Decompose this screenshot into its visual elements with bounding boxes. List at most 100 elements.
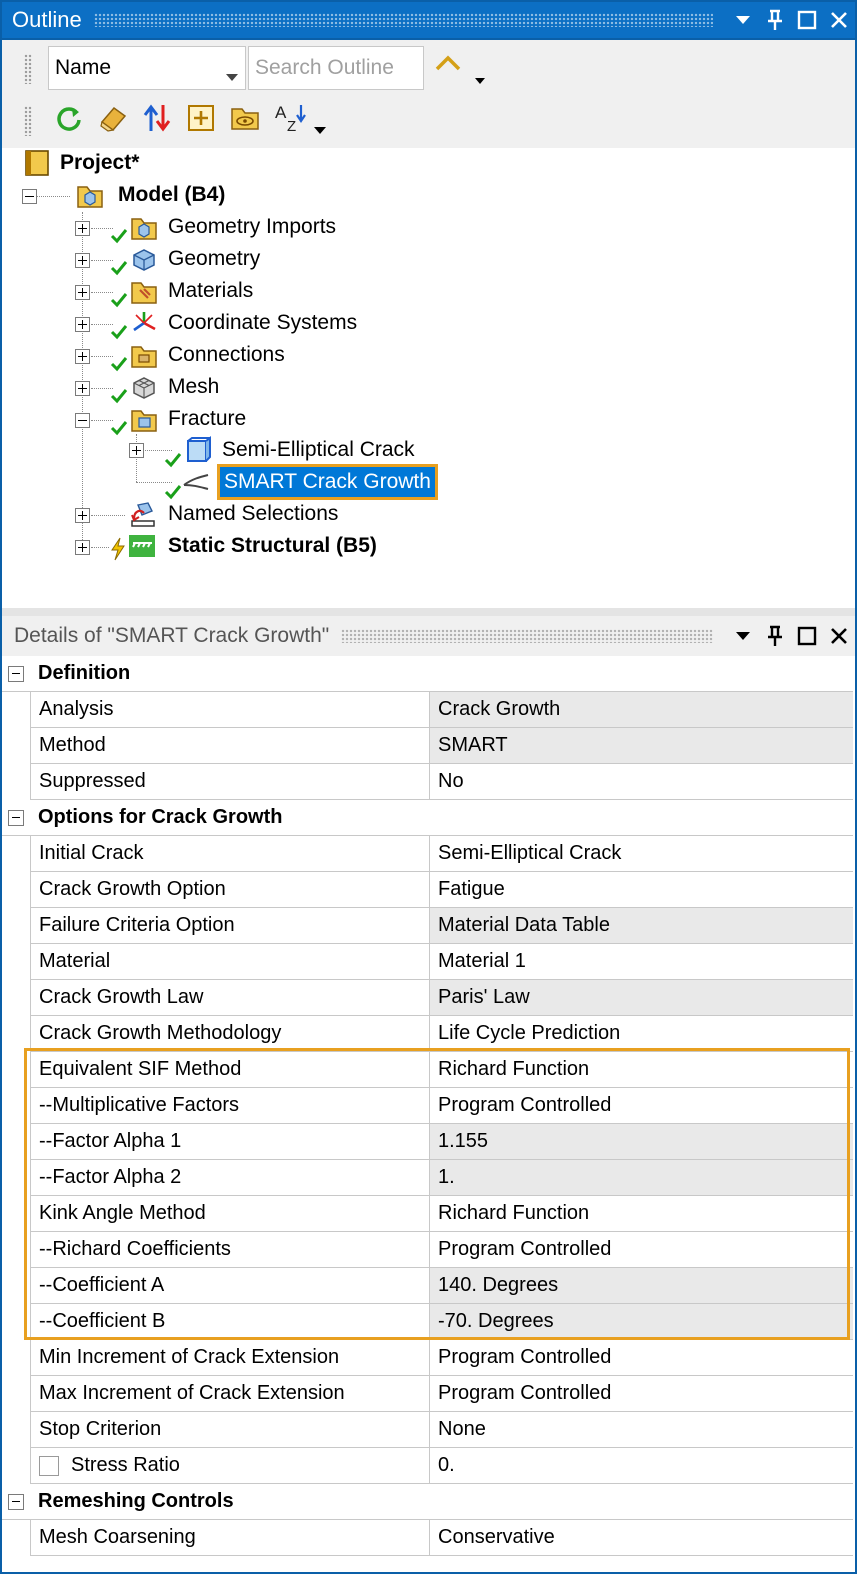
property-value[interactable]: Richard Function: [430, 1196, 853, 1231]
search-up-icon[interactable]: [434, 54, 462, 78]
refresh-icon[interactable]: [54, 102, 84, 134]
property-row[interactable]: --Factor Alpha 1 1.155: [30, 1124, 853, 1160]
sort-alpha-icon[interactable]: AZ: [274, 102, 310, 134]
expand-toggle[interactable]: [75, 381, 90, 396]
property-row[interactable]: Analysis Crack Growth: [30, 692, 853, 728]
expand-toggle[interactable]: [75, 253, 90, 268]
property-row[interactable]: Equivalent SIF Method Richard Function: [30, 1052, 853, 1088]
expand-toggle[interactable]: [75, 285, 90, 300]
expand-toggle[interactable]: [75, 317, 90, 332]
property-row[interactable]: Initial Crack Semi-Elliptical Crack: [30, 836, 853, 872]
collapse-toggle[interactable]: [8, 809, 24, 826]
property-row[interactable]: Crack Growth Option Fatigue: [30, 872, 853, 908]
tree-node-project[interactable]: Project*: [24, 148, 139, 178]
project-icon: [24, 149, 50, 177]
property-value[interactable]: No: [430, 764, 853, 799]
tree-node-materials[interactable]: Materials: [130, 276, 253, 306]
expand-toggle[interactable]: [75, 540, 90, 555]
filter-select[interactable]: Name: [48, 46, 246, 90]
expand-toggle[interactable]: [75, 349, 90, 364]
chevron-down-icon: [225, 64, 239, 88]
tree-node-geometry[interactable]: Geometry: [130, 244, 260, 274]
property-row[interactable]: Suppressed No: [30, 764, 853, 800]
property-row[interactable]: Failure Criteria Option Material Data Ta…: [30, 908, 853, 944]
property-row[interactable]: Mesh Coarsening Conservative: [30, 1520, 853, 1556]
section-options-for-crack-growth[interactable]: Options for Crack Growth: [2, 800, 853, 836]
search-outline-input[interactable]: [248, 46, 424, 90]
pin-icon[interactable]: [759, 619, 791, 653]
property-value: Material Data Table: [430, 908, 853, 943]
parameter-checkbox[interactable]: [39, 1455, 59, 1476]
close-icon[interactable]: [823, 3, 855, 37]
property-row[interactable]: --Multiplicative Factors Program Control…: [30, 1088, 853, 1124]
property-row[interactable]: Crack Growth Methodology Life Cycle Pred…: [30, 1016, 853, 1052]
property-row[interactable]: Method SMART: [30, 728, 853, 764]
sort-arrows-icon[interactable]: [142, 102, 172, 134]
property-row[interactable]: --Factor Alpha 2 1.: [30, 1160, 853, 1196]
folder-filter-icon[interactable]: [230, 102, 260, 134]
expand-all-icon[interactable]: [186, 102, 216, 134]
property-value[interactable]: Life Cycle Prediction: [430, 1016, 853, 1051]
title-grip[interactable]: [93, 13, 713, 27]
property-row[interactable]: Stress Ratio 0.: [30, 1448, 853, 1484]
dropdown-arrow-icon[interactable]: [727, 3, 759, 37]
tree-node-static-structural[interactable]: Static Structural (B5): [128, 531, 377, 561]
property-value[interactable]: Program Controlled: [430, 1088, 853, 1123]
details-title-bar: Details of "SMART Crack Growth": [0, 616, 857, 656]
property-value[interactable]: Conservative: [430, 1520, 853, 1555]
tree-node-geometry-imports[interactable]: Geometry Imports: [130, 212, 336, 242]
property-value[interactable]: Richard Function: [430, 1052, 853, 1087]
pin-icon[interactable]: [759, 3, 791, 37]
maximize-icon[interactable]: [791, 619, 823, 653]
expand-toggle[interactable]: [75, 508, 90, 523]
property-key: Crack Growth Law: [30, 980, 430, 1015]
sort-options-icon[interactable]: [310, 114, 330, 146]
property-row[interactable]: --Richard Coefficients Program Controlle…: [30, 1232, 853, 1268]
tree-node-smart-crack-growth[interactable]: SMART Crack Growth: [182, 464, 438, 500]
expand-toggle[interactable]: [75, 221, 90, 236]
close-icon[interactable]: [823, 619, 855, 653]
section-definition[interactable]: Definition: [2, 656, 853, 692]
property-row[interactable]: Max Increment of Crack Extension Program…: [30, 1376, 853, 1412]
property-value[interactable]: Program Controlled: [430, 1232, 853, 1267]
title-grip[interactable]: [341, 629, 713, 643]
tree-node-semi-elliptical-crack[interactable]: Semi-Elliptical Crack: [182, 435, 415, 465]
toolbar-grip[interactable]: [24, 106, 32, 136]
tree-node-connections[interactable]: Connections: [130, 340, 285, 370]
property-row[interactable]: Crack Growth Law Paris' Law: [30, 980, 853, 1016]
property-value[interactable]: Program Controlled: [430, 1376, 853, 1411]
toolbar-grip[interactable]: [24, 54, 32, 84]
section-remeshing-controls[interactable]: Remeshing Controls: [2, 1484, 853, 1520]
maximize-icon[interactable]: [791, 3, 823, 37]
collapse-toggle[interactable]: [8, 1493, 24, 1510]
property-value: SMART: [430, 728, 853, 763]
outline-title-bar: Outline: [0, 0, 857, 40]
collapse-toggle[interactable]: [22, 189, 37, 204]
property-row[interactable]: Material Material 1: [30, 944, 853, 980]
expand-toggle[interactable]: [129, 443, 144, 458]
property-row[interactable]: --Coefficient A 140. Degrees: [30, 1268, 853, 1304]
section-label: Definition: [38, 662, 131, 684]
collapse-toggle[interactable]: [8, 665, 24, 682]
section-label: Remeshing Controls: [38, 1490, 234, 1512]
property-value[interactable]: Program Controlled: [430, 1340, 853, 1375]
tree-node-coordinate-systems[interactable]: Coordinate Systems: [130, 308, 357, 338]
property-value[interactable]: None: [430, 1412, 853, 1447]
search-options-icon[interactable]: [474, 68, 486, 91]
collapse-toggle[interactable]: [75, 413, 90, 428]
eraser-icon[interactable]: [98, 102, 128, 134]
tree-node-fracture[interactable]: Fracture: [130, 404, 246, 434]
tree-node-model[interactable]: Model (B4): [76, 180, 225, 210]
property-row[interactable]: Kink Angle Method Richard Function: [30, 1196, 853, 1232]
details-grid: Definition Analysis Crack Growth Method …: [0, 656, 857, 1574]
property-row[interactable]: --Coefficient B -70. Degrees: [30, 1304, 853, 1340]
property-value[interactable]: 0.: [430, 1448, 853, 1483]
dropdown-arrow-icon[interactable]: [727, 619, 759, 653]
property-value[interactable]: Material 1: [430, 944, 853, 979]
tree-node-mesh[interactable]: Mesh: [130, 372, 219, 402]
property-value[interactable]: Fatigue: [430, 872, 853, 907]
property-row[interactable]: Min Increment of Crack Extension Program…: [30, 1340, 853, 1376]
tree-node-named-selections[interactable]: Named Selections: [128, 499, 338, 529]
property-row[interactable]: Stop Criterion None: [30, 1412, 853, 1448]
property-value[interactable]: Semi-Elliptical Crack: [430, 836, 853, 871]
